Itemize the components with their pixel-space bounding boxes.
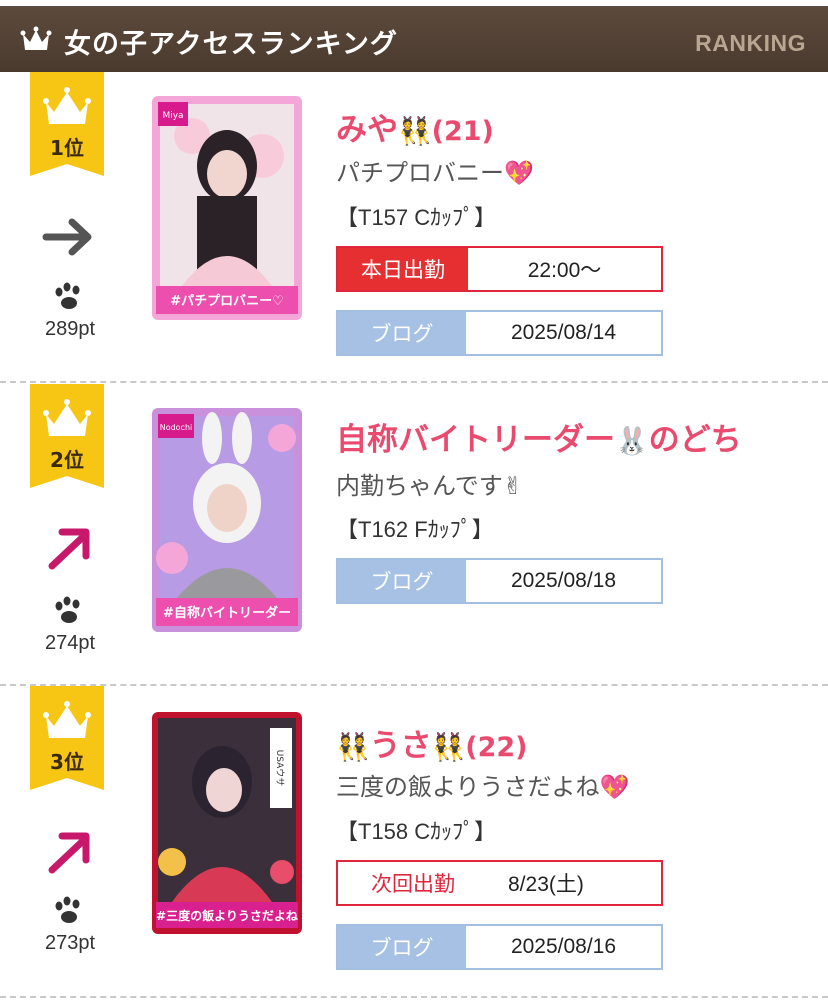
rank-badge: 3位 — [30, 686, 104, 790]
dancers-emoji-icon: 👯 — [431, 732, 466, 763]
girl-name-suffix: のどち — [648, 422, 742, 458]
access-points: 289pt — [44, 318, 96, 340]
page-subtitle: RANKING — [695, 30, 806, 56]
ranking-header: 女の子アクセスランキング RANKING — [0, 6, 828, 72]
arrow-up-right-icon — [48, 528, 90, 570]
blog-date: 2025/08/16 — [510, 935, 617, 958]
girl-name[interactable]: 👯うさ👯(22) — [336, 720, 528, 765]
page-title: 女の子アクセスランキング — [64, 29, 398, 60]
blog-link[interactable]: ブログ 2025/08/14 — [336, 310, 663, 356]
next-attendance-box[interactable]: 次回出勤 8/23(土) — [336, 860, 663, 906]
blog-date: 2025/08/14 — [510, 321, 617, 344]
profile-photo[interactable]: Miya #パチプロバニー♡ — [152, 96, 302, 320]
body-size: 【T158 Cｶｯﾌﾟ】 — [336, 819, 497, 844]
paw-icon — [55, 282, 80, 309]
girl-age: (21) — [431, 116, 494, 147]
body-size: 【T157 Cｶｯﾌﾟ】 — [336, 205, 497, 230]
profile-photo[interactable]: Nodochi #自称バイトリーダー — [152, 408, 302, 632]
attendance-box[interactable]: 本日出勤 22:00〜 — [336, 246, 663, 292]
rabbit-emoji-icon: 🐰 — [615, 426, 649, 457]
rank-label: 3位 — [50, 750, 84, 774]
photo-name-tag-text: USAウサ — [274, 750, 285, 787]
blog-link[interactable]: ブログ 2025/08/16 — [336, 924, 663, 970]
girl-name[interactable]: 自称バイトリーダー🐰のどち — [336, 414, 742, 459]
blog-date: 2025/08/18 — [510, 569, 617, 592]
attendance-label: 次回出勤 — [371, 872, 455, 896]
photo-caption: #三度の飯よりうさだよね — [156, 908, 298, 923]
girl-name-text: 自称バイトリーダー — [336, 422, 615, 458]
blog-label: ブログ — [338, 560, 466, 602]
photo-name-tag-text: Miya — [162, 111, 183, 121]
divider — [0, 381, 828, 383]
body-size: 【T162 Fｶｯﾌﾟ】 — [336, 517, 494, 542]
girl-age: (22) — [465, 732, 528, 763]
access-points: 274pt — [44, 632, 96, 654]
girl-name-text: うさ — [369, 728, 432, 764]
attendance-value: 22:00〜 — [527, 259, 602, 282]
rank-badge: 1位 — [30, 72, 104, 176]
paw-icon — [55, 596, 80, 623]
catchphrase: 三度の飯よりうさだよね💖 — [336, 773, 630, 801]
arrow-right-icon — [42, 218, 92, 256]
paw-icon — [55, 896, 80, 923]
catchphrase: 内勤ちゃんです✌ — [336, 472, 523, 500]
blog-label: ブログ — [338, 926, 466, 968]
access-points: 273pt — [44, 932, 96, 954]
catchphrase: パチプロバニー💖 — [336, 159, 534, 187]
blog-link[interactable]: ブログ 2025/08/18 — [336, 558, 663, 604]
divider — [0, 684, 828, 686]
arrow-up-right-icon — [48, 832, 90, 874]
rank-badge: 2位 — [30, 384, 104, 488]
crown-icon — [20, 26, 52, 50]
photo-caption: #パチプロバニー♡ — [170, 294, 284, 309]
photo-caption: #自称バイトリーダー — [163, 605, 291, 621]
dancers-emoji-icon: 👯 — [398, 116, 432, 147]
rank-label: 2位 — [50, 448, 84, 472]
girl-name[interactable]: みや👯(21) — [336, 104, 494, 149]
blog-label: ブログ — [338, 312, 466, 354]
attendance-value: 8/23(土) — [508, 873, 584, 896]
divider — [0, 996, 828, 998]
girl-name-text: みや — [336, 112, 398, 148]
attendance-label: 本日出勤 — [338, 248, 468, 290]
profile-photo[interactable]: USAウサ #三度の飯よりうさだよね — [152, 712, 302, 934]
dancers-emoji-icon: 👯 — [336, 732, 370, 763]
photo-name-tag-text: Nodochi — [160, 423, 193, 432]
rank-label: 1位 — [50, 136, 84, 160]
